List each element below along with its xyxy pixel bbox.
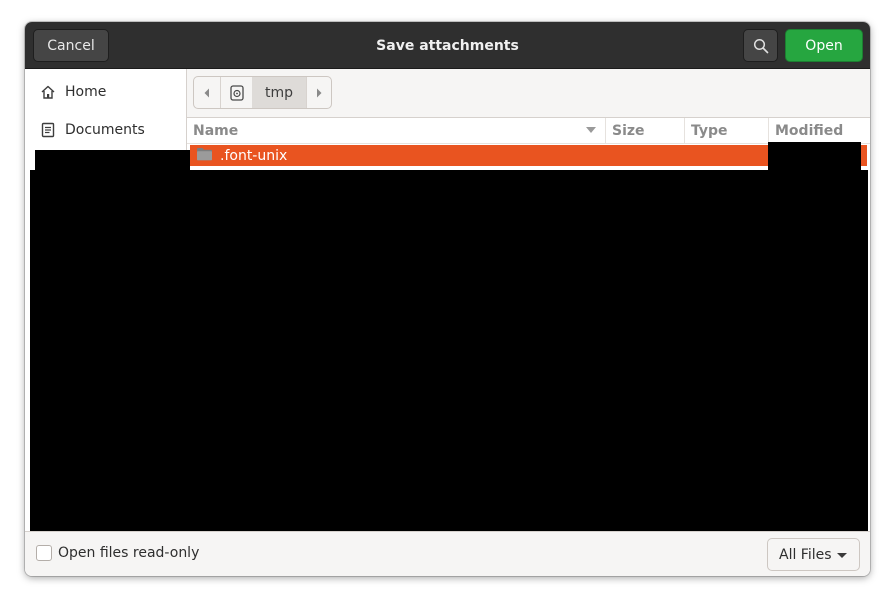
sidebar-item-label: Home [65,84,107,100]
filter-label: All Files [779,546,832,563]
header-bar: Cancel Save attachments Open [25,22,870,69]
save-attachments-dialog: Cancel Save attachments Open Home Docume… [25,22,870,576]
table-row[interactable]: .font-unix [190,145,867,166]
path-segment-root[interactable] [220,77,252,108]
pathbar-area: tmp [187,69,870,117]
column-label: Size [612,123,645,139]
column-label: Modified [775,123,844,139]
cancel-button[interactable]: Cancel [33,29,109,62]
redacted-area [768,142,861,170]
search-icon [753,38,768,53]
chevron-left-icon [204,88,209,97]
bottom-bar: Open files read-only All Files [25,531,870,576]
path-bar: tmp [193,76,332,109]
read-only-option[interactable]: Open files read-only [36,545,199,561]
read-only-checkbox[interactable] [36,545,52,561]
path-scroll-right-button[interactable] [306,77,331,108]
redacted-area [35,150,190,170]
column-header-name[interactable]: Name [187,118,606,144]
file-type-filter-dropdown[interactable]: All Files [767,538,860,571]
column-header-size[interactable]: Size [606,118,685,144]
redacted-area [30,170,868,531]
sidebar-item-label: Documents [65,122,145,138]
dialog-title: Save attachments [376,37,519,54]
folder-icon [196,147,213,165]
document-icon [39,121,57,139]
column-label: Type [691,123,728,139]
column-header-type[interactable]: Type [685,118,769,144]
sidebar-item-documents[interactable]: Documents [25,112,186,148]
path-scroll-left-button[interactable] [194,77,220,108]
column-label: Name [193,123,239,139]
path-segment-tmp[interactable]: tmp [252,77,306,108]
sidebar-item-home[interactable]: Home [25,74,186,110]
sort-descending-icon [586,127,596,133]
chevron-down-icon [837,553,847,558]
column-header-row: Name Size Type Modified [187,118,870,144]
home-icon [39,83,57,101]
chevron-right-icon [317,88,322,97]
open-button[interactable]: Open [785,29,863,62]
read-only-label: Open files read-only [58,545,200,561]
drive-icon [229,84,244,101]
search-button[interactable] [743,29,778,62]
column-header-modified[interactable]: Modified [769,118,870,144]
file-name: .font-unix [220,147,288,164]
